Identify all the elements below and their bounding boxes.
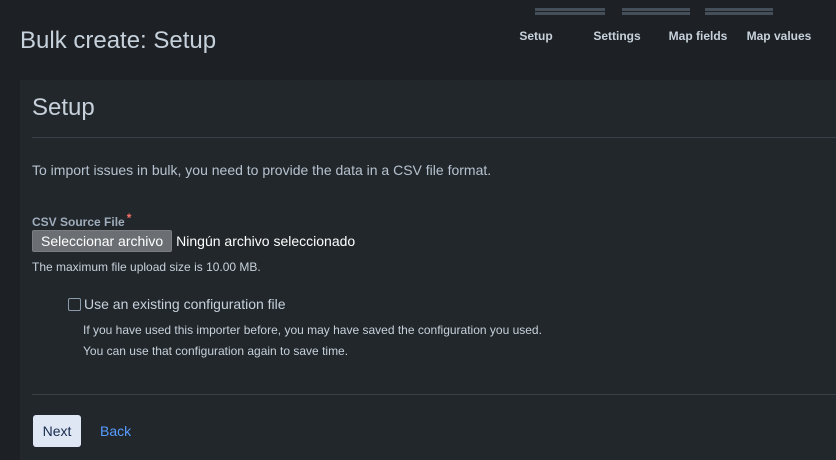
divider <box>32 394 836 395</box>
setup-panel: Setup To import issues in bulk, you need… <box>20 80 836 460</box>
config-help-line-2: You can use that configuration again to … <box>83 344 349 358</box>
back-link[interactable]: Back <box>100 423 131 439</box>
file-input[interactable]: Seleccionar archivo Ningún archivo selec… <box>32 230 355 252</box>
tracker-step-map-values: Map values <box>746 29 812 43</box>
use-config-label[interactable]: Use an existing configuration file <box>84 296 286 312</box>
intro-text: To import issues in bulk, you need to pr… <box>32 162 492 178</box>
tracker-line <box>622 12 690 15</box>
file-status: Ningún archivo seleccionado <box>176 233 356 249</box>
csv-source-label: CSV Source File * <box>32 211 131 229</box>
next-button[interactable]: Next <box>33 415 81 447</box>
tracker-line <box>535 8 605 11</box>
tracker-step-setup: Setup <box>519 29 553 43</box>
tracker-line <box>535 12 605 15</box>
divider <box>32 137 836 138</box>
choose-file-button[interactable]: Seleccionar archivo <box>32 230 173 252</box>
page-title: Bulk create: Setup <box>20 27 217 54</box>
tracker-line <box>622 8 690 11</box>
use-config-checkbox[interactable] <box>68 297 81 311</box>
required-marker: * <box>126 211 132 225</box>
section-heading: Setup <box>32 94 95 121</box>
config-help-line-1: If you have used this importer before, y… <box>83 323 542 337</box>
tracker-line <box>705 12 773 15</box>
use-config-option[interactable]: Use an existing configuration file <box>68 296 286 312</box>
csv-source-label-text: CSV Source File <box>32 215 125 229</box>
progress-tracker: Setup Settings Map fields Map values <box>495 0 825 70</box>
tracker-line <box>705 8 773 11</box>
tracker-step-settings: Settings <box>593 29 641 43</box>
tracker-step-map-fields: Map fields <box>668 29 728 43</box>
upload-size-note: The maximum file upload size is 10.00 MB… <box>32 260 261 274</box>
